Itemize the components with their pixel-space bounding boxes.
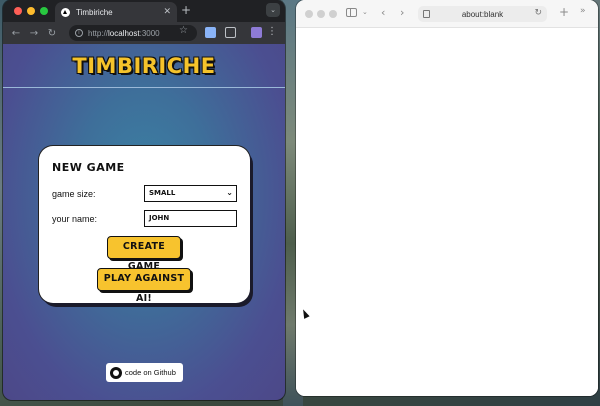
address-url: http://localhost:3000 (88, 28, 160, 38)
timbiriche-page: TIMBIRICHE NEW GAME game size: SMALL ⌄ y… (3, 44, 285, 400)
card-title: NEW GAME (52, 161, 125, 174)
minimize-window-button[interactable] (317, 10, 325, 18)
forward-arrow-icon[interactable]: → (25, 28, 43, 39)
zoom-window-button[interactable] (329, 10, 337, 18)
forward-chevron-icon[interactable]: › (400, 6, 404, 19)
tab-strip: Timbiriche ✕ + ⌄ (3, 0, 285, 22)
profile-avatar-icon[interactable] (251, 27, 262, 38)
chevron-down-icon[interactable]: ⌄ (362, 8, 368, 16)
back-arrow-icon[interactable]: ← (7, 28, 25, 39)
triangle-favicon-icon (61, 7, 70, 17)
safari-address-text: about:blank (461, 9, 504, 19)
chrome-window: Timbiriche ✕ + ⌄ ← → ↻ i http://localhos… (3, 0, 285, 400)
github-link-label: code on Github (125, 368, 176, 377)
chrome-toolbar: ← → ↻ i http://localhost:3000 ☆ ⋮ (3, 22, 285, 44)
new-tab-button[interactable]: + (559, 5, 569, 19)
back-chevron-icon[interactable]: ‹ (381, 6, 385, 19)
name-input[interactable]: JOHN (144, 210, 237, 227)
safari-address-bar[interactable]: about:blank ↻ (418, 6, 547, 22)
page-header: TIMBIRICHE (3, 44, 285, 88)
extensions-puzzle-icon[interactable] (225, 27, 236, 38)
close-window-button[interactable] (305, 10, 313, 18)
github-icon (110, 366, 122, 379)
create-game-button[interactable]: CREATE GAME (107, 236, 181, 272)
more-chevron-icon[interactable]: » (580, 6, 586, 16)
blank-page (296, 28, 598, 396)
tab-search-button[interactable]: ⌄ (266, 3, 280, 17)
reload-icon[interactable]: ↻ (43, 28, 61, 39)
play-against-ai-button[interactable]: PLAY AGAINST AI! (97, 268, 191, 304)
page-icon (423, 10, 430, 18)
github-link[interactable]: code on Github (106, 363, 183, 382)
tab-timbiriche[interactable]: Timbiriche ✕ (55, 2, 177, 22)
zoom-window-button[interactable] (40, 7, 48, 15)
tab-close-icon[interactable]: ✕ (163, 7, 171, 17)
app-logo: TIMBIRICHE (72, 53, 216, 78)
new-game-card: NEW GAME game size: SMALL ⌄ your name: J… (39, 146, 250, 304)
extension-icon[interactable] (205, 27, 216, 38)
minimize-window-button[interactable] (27, 7, 35, 15)
address-bar[interactable]: i http://localhost:3000 (69, 25, 197, 41)
kebab-menu-icon[interactable]: ⋮ (267, 26, 277, 37)
bookmark-star-icon[interactable]: ☆ (179, 25, 188, 36)
game-size-select[interactable]: SMALL ⌄ (144, 185, 237, 202)
your-name-label: your name: (52, 214, 98, 224)
safari-toolbar: ⌄ ‹ › about:blank ↻ + » (296, 0, 598, 28)
sidebar-icon[interactable] (346, 8, 357, 17)
game-size-label: game size: (52, 189, 96, 199)
safari-window: ⌄ ‹ › about:blank ↻ + » (296, 0, 598, 396)
game-size-value: SMALL (149, 189, 176, 197)
tab-title: Timbiriche (76, 7, 113, 17)
site-info-icon[interactable]: i (75, 29, 83, 37)
reload-icon[interactable]: ↻ (534, 8, 542, 18)
close-window-button[interactable] (14, 7, 22, 15)
chevron-down-icon: ⌄ (226, 188, 233, 197)
new-tab-button[interactable]: + (181, 3, 191, 17)
